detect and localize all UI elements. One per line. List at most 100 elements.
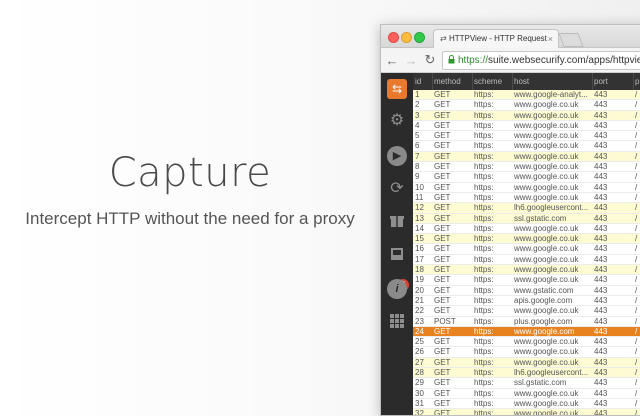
- cell-id: 7: [415, 151, 420, 161]
- cell-port: 443: [594, 265, 608, 275]
- cell-port: 443: [594, 388, 608, 398]
- grid-icon[interactable]: [387, 313, 407, 333]
- cell-scheme: https:: [474, 357, 494, 367]
- refresh-icon[interactable]: ⟳: [387, 179, 407, 199]
- reload-icon[interactable]: ↻: [422, 52, 438, 68]
- table-row[interactable]: 21 GET https: apis.google.com 443 /: [413, 295, 640, 307]
- table-row[interactable]: 19 GET https: www.google.co.uk 443 /: [413, 275, 640, 286]
- inbox-icon[interactable]: [387, 246, 407, 266]
- cell-host: apis.google.com: [514, 295, 573, 305]
- tab-title: HTTPView - HTTP Request: [448, 34, 547, 43]
- table-row[interactable]: 10 GET https: www.google.co.uk 443 /: [413, 183, 640, 193]
- table-row[interactable]: 18 GET https: www.google.co.uk 443 /: [413, 265, 640, 276]
- gift-icon[interactable]: [387, 212, 407, 232]
- table-row[interactable]: 17 GET https: www.google.co.uk 443 /: [413, 254, 640, 266]
- table-row[interactable]: 1 GET https: www.google-analyt... 443 /: [413, 90, 640, 101]
- cell-id: 13: [415, 213, 424, 223]
- address-bar[interactable]: https://suite.websecurify.com/apps/httpv…: [442, 50, 640, 70]
- table-row[interactable]: 9 GET https: www.google.co.uk 443 /: [413, 172, 640, 183]
- cell-port: 443: [594, 90, 608, 99]
- cell-scheme: https:: [474, 213, 494, 223]
- table-row[interactable]: 26 GET https: www.google.co.uk 443 /: [413, 347, 640, 358]
- cell-method: GET: [434, 254, 451, 264]
- table-row[interactable]: 7 GET https: www.google.co.uk 443 /: [413, 151, 640, 163]
- cell-port: 443: [594, 326, 608, 336]
- new-tab-button[interactable]: [558, 33, 584, 47]
- cell-id: 14: [415, 223, 424, 233]
- cell-path: /: [635, 131, 638, 141]
- table-row[interactable]: 5 GET https: www.google.co.uk 443 /: [413, 131, 640, 142]
- column-header-scheme[interactable]: scheme: [474, 73, 514, 90]
- table-row[interactable]: 20 GET https: www.gstatic.com 443 /: [413, 286, 640, 296]
- cell-id: 31: [415, 398, 424, 408]
- table-row[interactable]: 8 GET https: www.google.co.uk 443 /: [413, 162, 640, 173]
- table-row[interactable]: 13 GET https: ssl.gstatic.com 443 /: [413, 213, 640, 224]
- table-row[interactable]: 11 GET https: www.google.co.uk 443 /: [413, 193, 640, 204]
- table-row[interactable]: 32 GET https: www.google.co.uk 443 /: [413, 409, 640, 415]
- cell-port: 443: [594, 223, 608, 233]
- cell-port: 443: [594, 234, 608, 244]
- cell-scheme: https:: [474, 203, 494, 213]
- browser-tab[interactable]: ⇄ HTTPView - HTTP Request ×: [433, 29, 559, 48]
- table-row[interactable]: 6 GET https: www.google.co.uk 443 /: [413, 141, 640, 152]
- table-row[interactable]: 2 GET https: www.google.co.uk 443 /: [413, 100, 640, 111]
- cell-host: lh6.googleusercont...: [514, 368, 589, 378]
- cell-path: /: [635, 100, 638, 110]
- cell-host: ssl.gstatic.com: [514, 378, 567, 388]
- cell-id: 25: [415, 337, 424, 347]
- column-header-host[interactable]: host: [514, 73, 592, 90]
- table-row[interactable]: 24 GET https: www.google.com 443 /: [413, 326, 640, 338]
- cell-id: 16: [415, 244, 424, 254]
- table-row[interactable]: 27 GET https: www.google.co.uk 443 /: [413, 357, 640, 369]
- cell-scheme: https:: [474, 172, 494, 182]
- cell-method: GET: [434, 265, 451, 275]
- cell-path: /: [635, 326, 638, 336]
- cell-scheme: https:: [474, 151, 494, 161]
- maximize-window-button[interactable]: [414, 32, 425, 43]
- column-header-path[interactable]: p: [635, 73, 640, 90]
- table-row[interactable]: 3 GET https: www.google.co.uk 443 /: [413, 110, 640, 121]
- cell-method: GET: [434, 141, 451, 151]
- gear-icon[interactable]: ⚙: [387, 111, 407, 131]
- browser-window: ⇄ HTTPView - HTTP Request × ← → ↻ https:…: [380, 24, 640, 416]
- cell-method: GET: [434, 337, 451, 347]
- cell-path: /: [635, 120, 638, 130]
- cell-method: GET: [434, 100, 451, 110]
- cell-id: 30: [415, 388, 424, 398]
- table-row[interactable]: 30 GET https: www.google.co.uk 443 /: [413, 389, 640, 399]
- column-header-port[interactable]: port: [594, 73, 634, 90]
- cell-scheme: https:: [474, 244, 494, 254]
- swap-icon[interactable]: ⇆: [387, 79, 407, 99]
- table-row[interactable]: 12 GET https: lh6.googleusercont... 443 /: [413, 203, 640, 214]
- back-icon[interactable]: ←: [384, 53, 400, 68]
- url-scheme: https://: [458, 54, 489, 66]
- table-row[interactable]: 22 GET https: www.google.co.uk 443 /: [413, 306, 640, 317]
- table-row[interactable]: 23 POST https: plus.google.com 443 /: [413, 317, 640, 327]
- close-window-button[interactable]: [388, 32, 399, 43]
- cell-scheme: https:: [474, 141, 494, 151]
- table-row[interactable]: 14 GET https: www.google.co.uk 443 /: [413, 223, 640, 235]
- play-icon[interactable]: ▶: [387, 146, 407, 166]
- info-icon[interactable]: i: [387, 279, 407, 299]
- tab-close-icon[interactable]: ×: [548, 30, 553, 48]
- column-header-id[interactable]: id: [415, 73, 433, 90]
- minimize-window-button[interactable]: [401, 32, 412, 43]
- cell-port: 443: [594, 398, 608, 408]
- table-row[interactable]: 15 GET https: www.google.co.uk 443 /: [413, 234, 640, 245]
- cell-host: www.google.co.uk: [514, 182, 579, 192]
- table-row[interactable]: 28 GET https: lh6.googleusercont... 443 /: [413, 368, 640, 379]
- table-row[interactable]: 16 GET https: www.google.co.uk 443 /: [413, 244, 640, 255]
- cell-method: GET: [434, 378, 451, 388]
- cell-host: www.google.co.uk: [514, 275, 579, 285]
- forward-icon[interactable]: →: [403, 53, 419, 68]
- cell-id: 22: [415, 306, 424, 316]
- table-row[interactable]: 25 GET https: www.google.co.uk 443 /: [413, 337, 640, 348]
- table-row[interactable]: 29 GET https: ssl.gstatic.com 443 /: [413, 378, 640, 389]
- table-row[interactable]: 4 GET https: www.google.co.uk 443 /: [413, 120, 640, 132]
- column-header-method[interactable]: method: [434, 73, 474, 90]
- cell-method: GET: [434, 398, 451, 408]
- cell-port: 443: [594, 203, 608, 213]
- table-row[interactable]: 31 GET https: www.google.co.uk 443 /: [413, 398, 640, 410]
- cell-path: /: [635, 223, 638, 233]
- cell-method: GET: [434, 234, 451, 244]
